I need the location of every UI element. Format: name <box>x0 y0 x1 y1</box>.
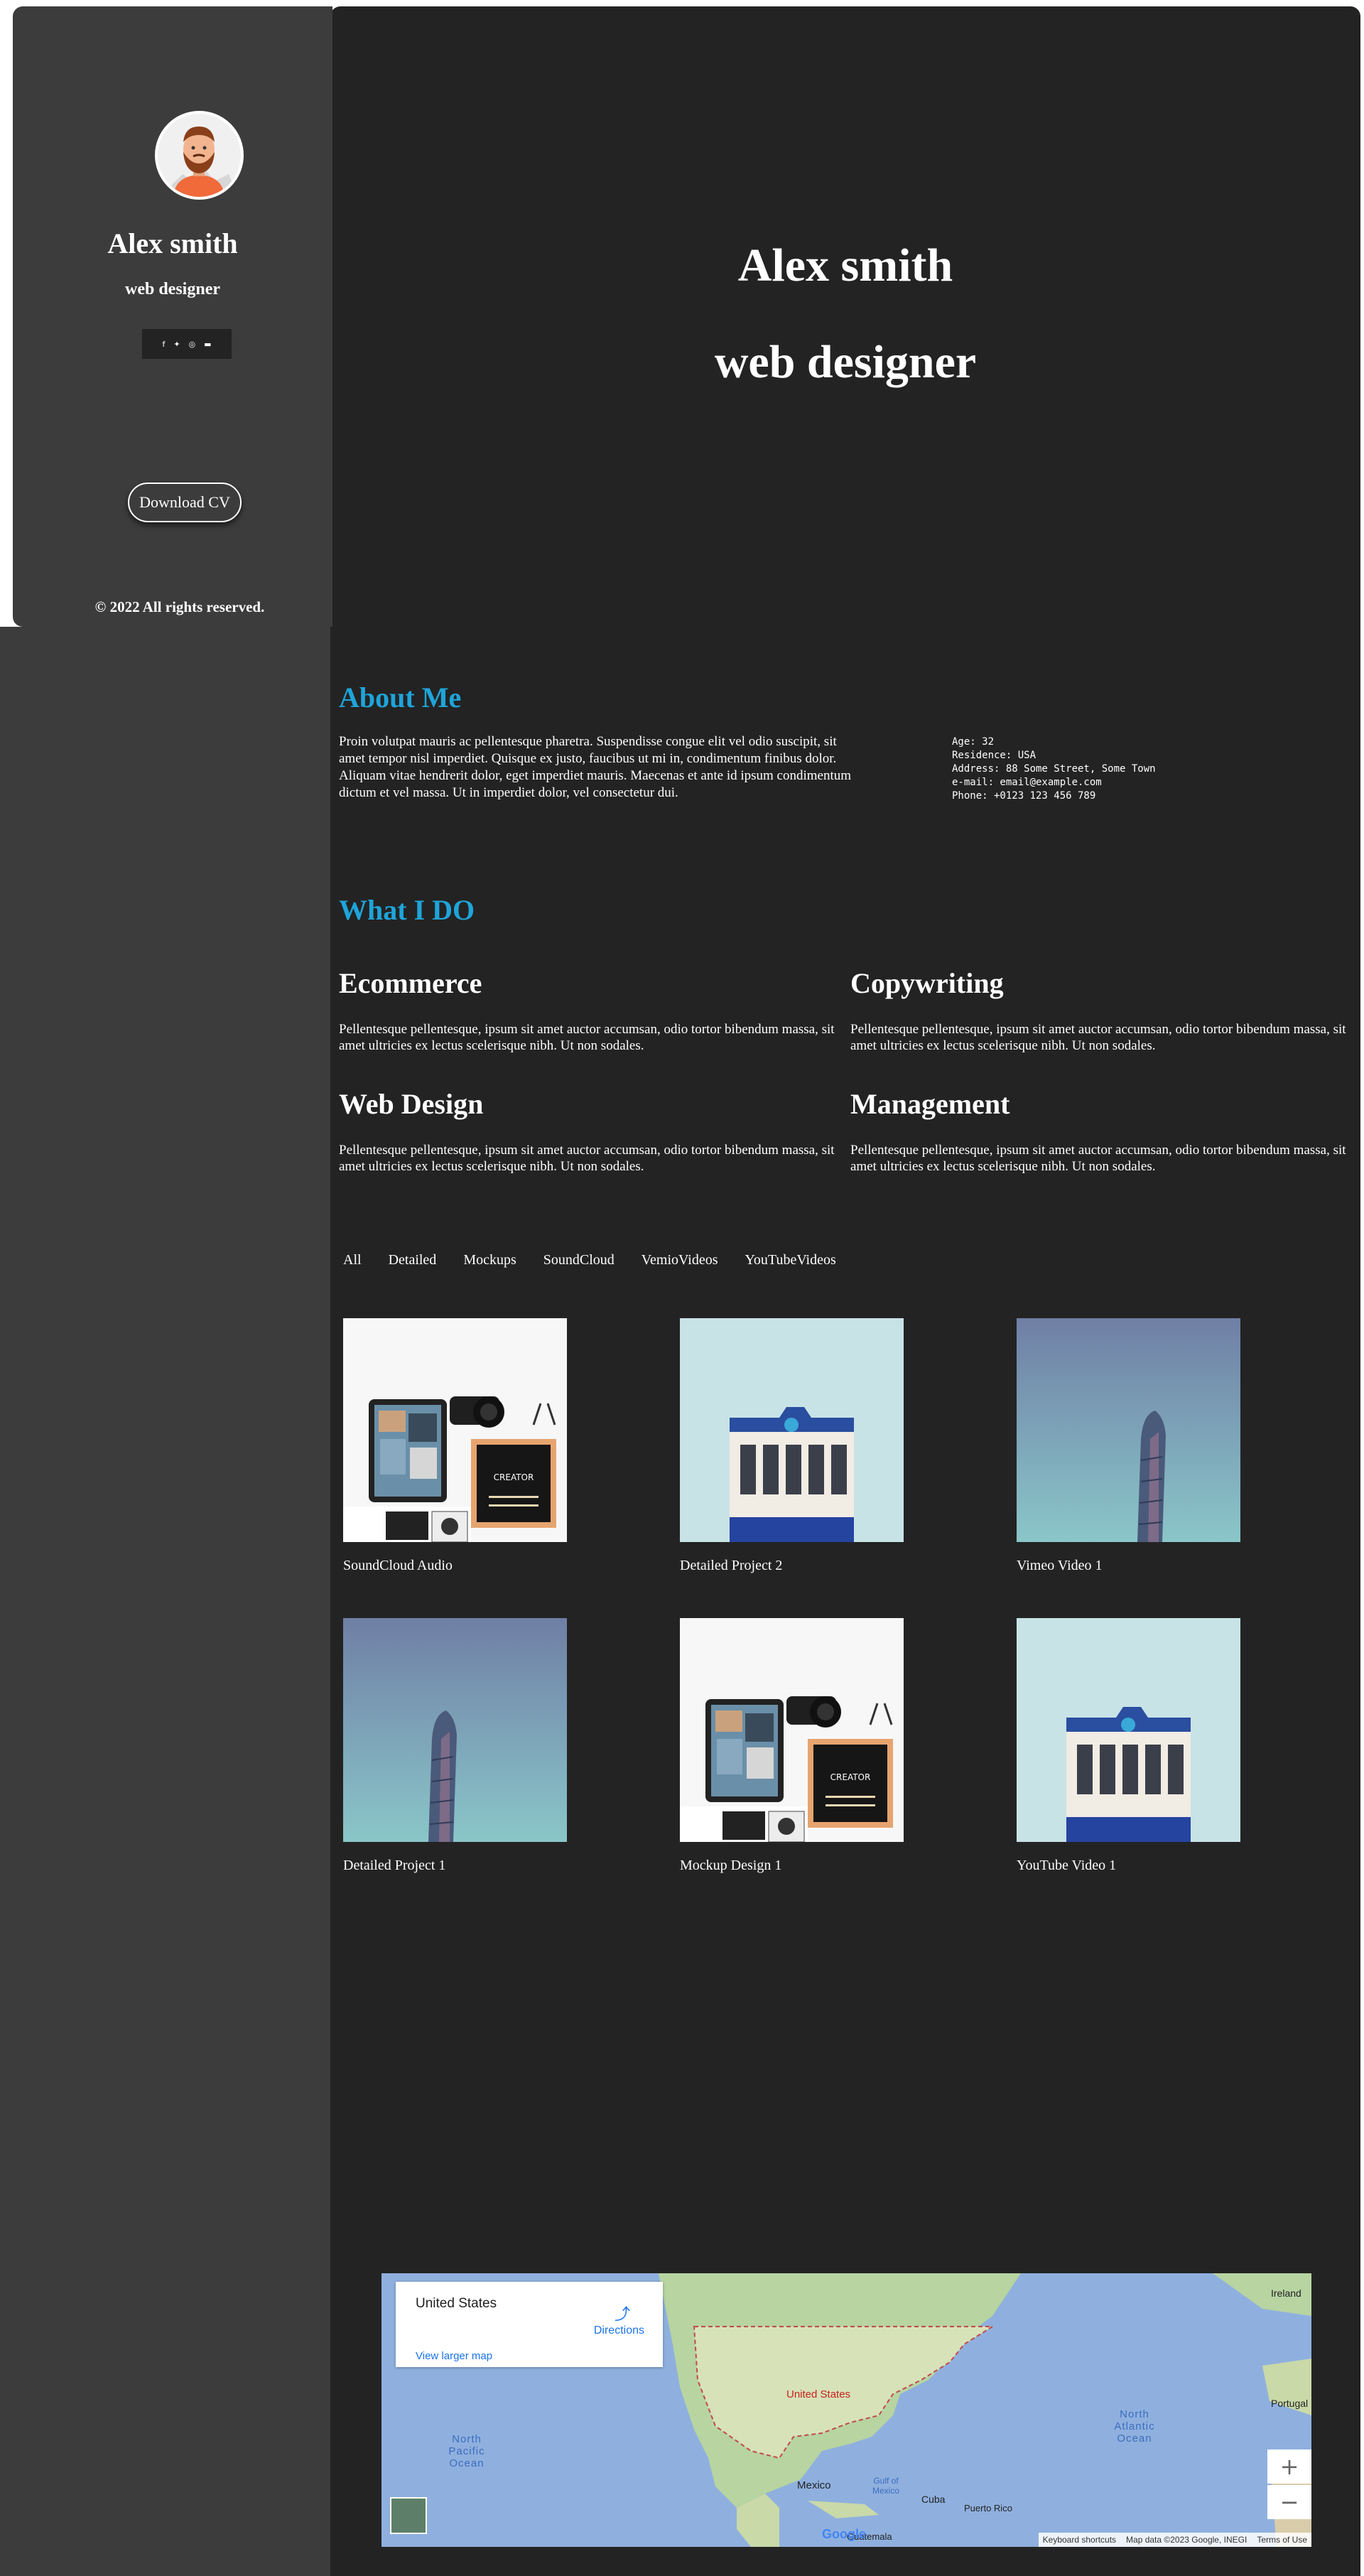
sidebar: Alex smith web designer f ✦ ◎ ▬ Download… <box>13 6 332 627</box>
portfolio-item[interactable]: Vimeo Video 1 <box>1017 1318 1240 1574</box>
copyright: © 2022 All rights reserved. <box>94 598 265 615</box>
portfolio-item[interactable]: YouTube Video 1 <box>1017 1618 1240 1874</box>
tower-image <box>343 1618 567 1842</box>
info-phone: Phone: +0123 123 456 789 <box>952 790 1096 802</box>
portfolio-filters: All Detailed Mockups SoundCloud VemioVid… <box>343 1252 863 1268</box>
svg-text:CREATOR: CREATOR <box>830 1772 871 1782</box>
google-map[interactable]: United States ⤴ Directions View larger m… <box>381 2273 1311 2547</box>
sidebar-title: web designer <box>125 280 220 298</box>
sidebar-name: Alex smith <box>107 227 238 259</box>
services-heading: What I DO <box>339 894 475 926</box>
service-text: Pellentesque pellentesque, ipsum sit ame… <box>339 1143 835 1174</box>
info-address: Address: 88 Some Street, Some Town <box>952 763 1156 775</box>
filter-all[interactable]: All <box>343 1252 362 1268</box>
service-management: Management Pellentesque pellentesque, ip… <box>850 1087 1362 1175</box>
personal-info: Age: 32 Residence: USA Address: 88 Some … <box>952 735 1156 803</box>
desk-flatlay-image: CREATOR <box>680 1618 904 1842</box>
map-footer: Keyboard shortcuts Map data ©2023 Google… <box>1038 2533 1311 2547</box>
service-title: Copywriting <box>850 967 1004 999</box>
twitter-icon[interactable]: ✦ <box>173 340 180 349</box>
directions-link[interactable]: Directions <box>594 2324 644 2337</box>
info-email: e-mail: email@example.com <box>952 777 1102 788</box>
zoom-out-button[interactable]: − <box>1267 2485 1311 2519</box>
service-text: Pellentesque pellentesque, ipsum sit ame… <box>850 1143 1346 1174</box>
portfolio-item[interactable]: Detailed Project 2 <box>680 1318 904 1574</box>
map-label-portugal: Portugal <box>1271 2398 1309 2409</box>
map-label-us: United States <box>786 2388 851 2400</box>
filter-youtube[interactable]: YouTubeVideos <box>745 1252 835 1268</box>
svg-text:CREATOR: CREATOR <box>494 1472 534 1482</box>
tower-image <box>1017 1318 1240 1542</box>
social-links: f ✦ ◎ ▬ <box>142 329 232 359</box>
map-label-puerto-rico: Puerto Rico <box>964 2503 1012 2513</box>
service-ecommerce: Ecommerce Pellentesque pellentesque, ips… <box>339 966 850 1054</box>
about-heading: About Me <box>339 681 462 713</box>
map-label-gulf: Gulf of Mexico <box>872 2476 899 2496</box>
facebook-icon[interactable]: f <box>162 340 165 349</box>
info-residence: Residence: USA <box>952 750 1036 761</box>
map-label-cuba: Cuba <box>921 2494 946 2505</box>
portfolio-caption: Detailed Project 2 <box>680 1558 783 1573</box>
map-label-mexico: Mexico <box>797 2479 831 2491</box>
download-cv-button[interactable]: Download CV <box>128 483 242 522</box>
filter-detailed[interactable]: Detailed <box>389 1252 437 1268</box>
directions-icon[interactable]: ⤴ <box>615 2302 630 2324</box>
portfolio-caption: YouTube Video 1 <box>1017 1858 1117 1873</box>
map-place: United States <box>416 2296 497 2311</box>
map-label-atlantic: North Atlantic Ocean <box>1114 2408 1155 2445</box>
map-data-credit: Map data ©2023 Google, INEGI <box>1126 2535 1247 2545</box>
service-title: Management <box>850 1088 1010 1120</box>
filter-soundcloud[interactable]: SoundCloud <box>543 1252 615 1268</box>
blue-building-image <box>680 1318 904 1542</box>
portfolio-item[interactable]: Detailed Project 1 <box>343 1618 567 1874</box>
hero-title: web designer <box>714 336 977 388</box>
service-text: Pellentesque pellentesque, ipsum sit ame… <box>339 1022 835 1053</box>
service-web-design: Web Design Pellentesque pellentesque, ip… <box>339 1087 850 1175</box>
map-info-card: United States ⤴ Directions View larger m… <box>396 2282 663 2367</box>
terms-link[interactable]: Terms of Use <box>1257 2535 1307 2545</box>
instagram-icon[interactable]: ◎ <box>189 340 196 349</box>
keyboard-shortcuts-link[interactable]: Keyboard shortcuts <box>1043 2535 1116 2545</box>
portfolio-caption: Detailed Project 1 <box>343 1858 446 1873</box>
portfolio-caption: Vimeo Video 1 <box>1017 1558 1103 1573</box>
map-thumbnail[interactable] <box>390 2497 427 2534</box>
blue-building-image <box>1017 1618 1240 1842</box>
portfolio-item[interactable]: CREATOR Mockup Design 1 <box>680 1618 904 1874</box>
service-title: Ecommerce <box>339 967 482 999</box>
service-title: Web Design <box>339 1088 484 1120</box>
filter-vimeo[interactable]: VemioVideos <box>642 1252 718 1268</box>
about-text: Proin volutpat mauris ac pellentesque ph… <box>339 734 852 800</box>
service-text: Pellentesque pellentesque, ipsum sit ame… <box>850 1022 1346 1053</box>
portfolio-caption: SoundCloud Audio <box>343 1558 453 1573</box>
service-copywriting: Copywriting Pellentesque pellentesque, i… <box>850 966 1362 1054</box>
youtube-icon[interactable]: ▬ <box>204 340 211 349</box>
map-label-ireland: Ireland <box>1271 2287 1301 2299</box>
view-larger-map-link[interactable]: View larger map <box>416 2350 492 2362</box>
google-logo: Google <box>822 2527 866 2541</box>
filter-mockups[interactable]: Mockups <box>463 1252 516 1268</box>
info-age: Age: 32 <box>952 736 995 748</box>
hero-panel <box>330 6 1360 627</box>
map-label-pacific: North Pacific Ocean <box>448 2433 485 2469</box>
avatar <box>155 111 244 200</box>
desk-flatlay-image: CREATOR <box>343 1318 567 1542</box>
zoom-in-button[interactable]: + <box>1267 2450 1311 2484</box>
portfolio-caption: Mockup Design 1 <box>680 1858 782 1873</box>
sidebar-background <box>0 627 330 2576</box>
hero-name: Alex smith <box>737 239 953 291</box>
portfolio-item[interactable]: CREATOR SoundCloud Audio <box>343 1318 567 1574</box>
